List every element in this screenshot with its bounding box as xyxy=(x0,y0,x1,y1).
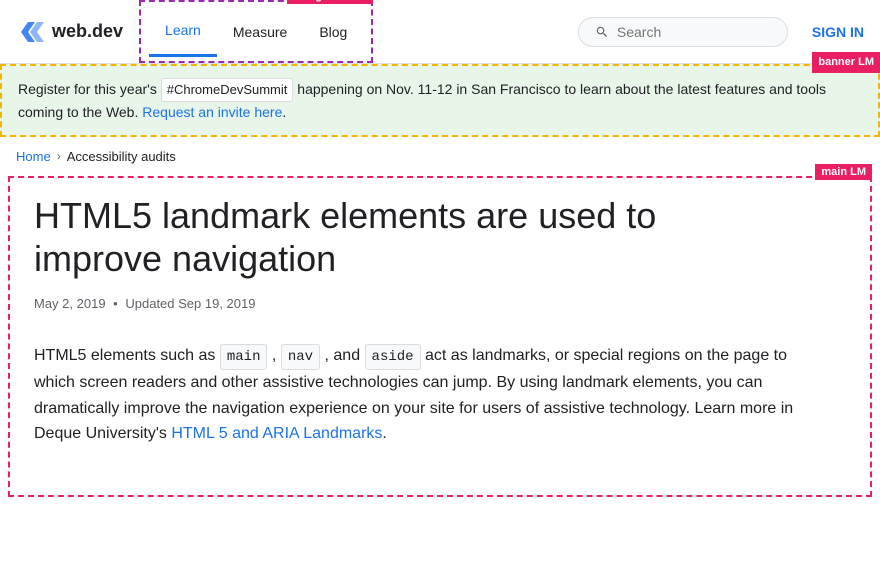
breadcrumb-home[interactable]: Home xyxy=(16,149,51,164)
webdev-logo-icon xyxy=(16,18,44,46)
site-header: web.dev navigation LM Learn Measure Blog… xyxy=(0,0,880,64)
navigation-landmark-badge: navigation LM xyxy=(287,0,373,4)
breadcrumb-chevron-icon: › xyxy=(57,149,61,163)
article-paragraph-1: HTML5 elements such as main , nav , and … xyxy=(34,343,794,447)
breadcrumb: Home › Accessibility audits xyxy=(0,137,880,176)
main-navigation: navigation LM Learn Measure Blog xyxy=(139,0,373,63)
logo-text: web.dev xyxy=(52,21,123,42)
banner-landmark-badge: banner LM xyxy=(812,52,880,73)
body-comma-1: , xyxy=(272,347,276,364)
article-meta: May 2, 2019 • Updated Sep 19, 2019 xyxy=(34,296,846,311)
banner-hashtag: #ChromeDevSummit xyxy=(161,78,294,102)
main-content: main LM HTML5 landmark elements are used… xyxy=(8,176,872,498)
code-main: main xyxy=(220,344,268,370)
body-and: , and xyxy=(325,347,361,364)
nav-item-blog[interactable]: Blog xyxy=(303,24,363,40)
search-icon xyxy=(595,24,609,40)
banner-invite-link[interactable]: Request an invite here xyxy=(142,104,282,120)
main-landmark-badge: main LM xyxy=(815,164,872,180)
logo-link[interactable]: web.dev xyxy=(16,18,123,46)
search-input[interactable] xyxy=(617,24,771,40)
banner-text-before: Register for this year's xyxy=(18,81,157,97)
deque-link[interactable]: HTML 5 and ARIA Landmarks xyxy=(171,425,382,442)
nav-item-measure[interactable]: Measure xyxy=(217,6,303,57)
announcement-banner: banner LM Register for this year's #Chro… xyxy=(0,64,880,137)
code-aside: aside xyxy=(365,344,421,370)
search-box[interactable] xyxy=(578,17,788,47)
article-updated: Updated Sep 19, 2019 xyxy=(125,296,255,311)
nav-item-learn[interactable]: Learn xyxy=(149,6,217,57)
banner-period: . xyxy=(282,104,286,120)
body-text-1: HTML5 elements such as xyxy=(34,347,215,364)
article-body: HTML5 elements such as main , nav , and … xyxy=(34,343,794,447)
body-end: . xyxy=(382,425,386,442)
sign-in-button[interactable]: SIGN IN xyxy=(812,24,864,40)
breadcrumb-current: Accessibility audits xyxy=(67,149,176,164)
article-date: May 2, 2019 xyxy=(34,296,106,311)
article-title: HTML5 landmark elements are used to impr… xyxy=(34,194,794,280)
article-meta-separator: • xyxy=(113,296,118,311)
code-nav: nav xyxy=(281,344,320,370)
